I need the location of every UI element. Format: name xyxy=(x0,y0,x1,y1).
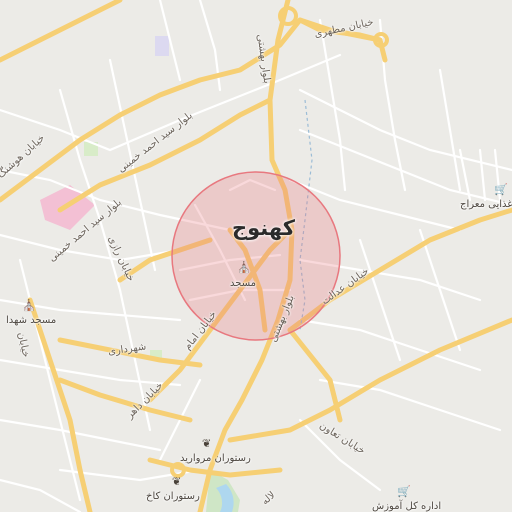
restaurant-icon[interactable]: ❦ xyxy=(202,438,211,449)
poi-label-mosque[interactable]: مسجد xyxy=(230,279,256,289)
map-canvas xyxy=(0,0,512,512)
poi-label-education[interactable]: اداره کل آموزش xyxy=(372,502,441,512)
city-label[interactable]: کهنوج xyxy=(232,218,295,239)
school-area xyxy=(155,36,169,56)
shopping-cart-icon[interactable]: 🛒 xyxy=(494,184,508,195)
restaurant-icon[interactable]: ❦ xyxy=(172,476,181,487)
mosque-icon[interactable]: ⛪ xyxy=(22,300,36,311)
shopping-cart-icon[interactable]: 🛒 xyxy=(397,486,411,497)
poi-label-shohada-mosque[interactable]: مسجد شهدا xyxy=(6,316,56,326)
highlight-circle xyxy=(171,171,341,341)
poi-label-kakh[interactable]: رستوران کاخ xyxy=(146,492,200,502)
mosque-icon[interactable]: ⛪ xyxy=(237,262,251,273)
poi-label-meraj[interactable]: غذایی معراج xyxy=(460,200,512,210)
poi-label-morvarid[interactable]: رستوران مروارید xyxy=(180,454,251,464)
map-view[interactable]: خیابان مطهری بلوار بهشتی بلوار سید احمد … xyxy=(0,0,512,512)
